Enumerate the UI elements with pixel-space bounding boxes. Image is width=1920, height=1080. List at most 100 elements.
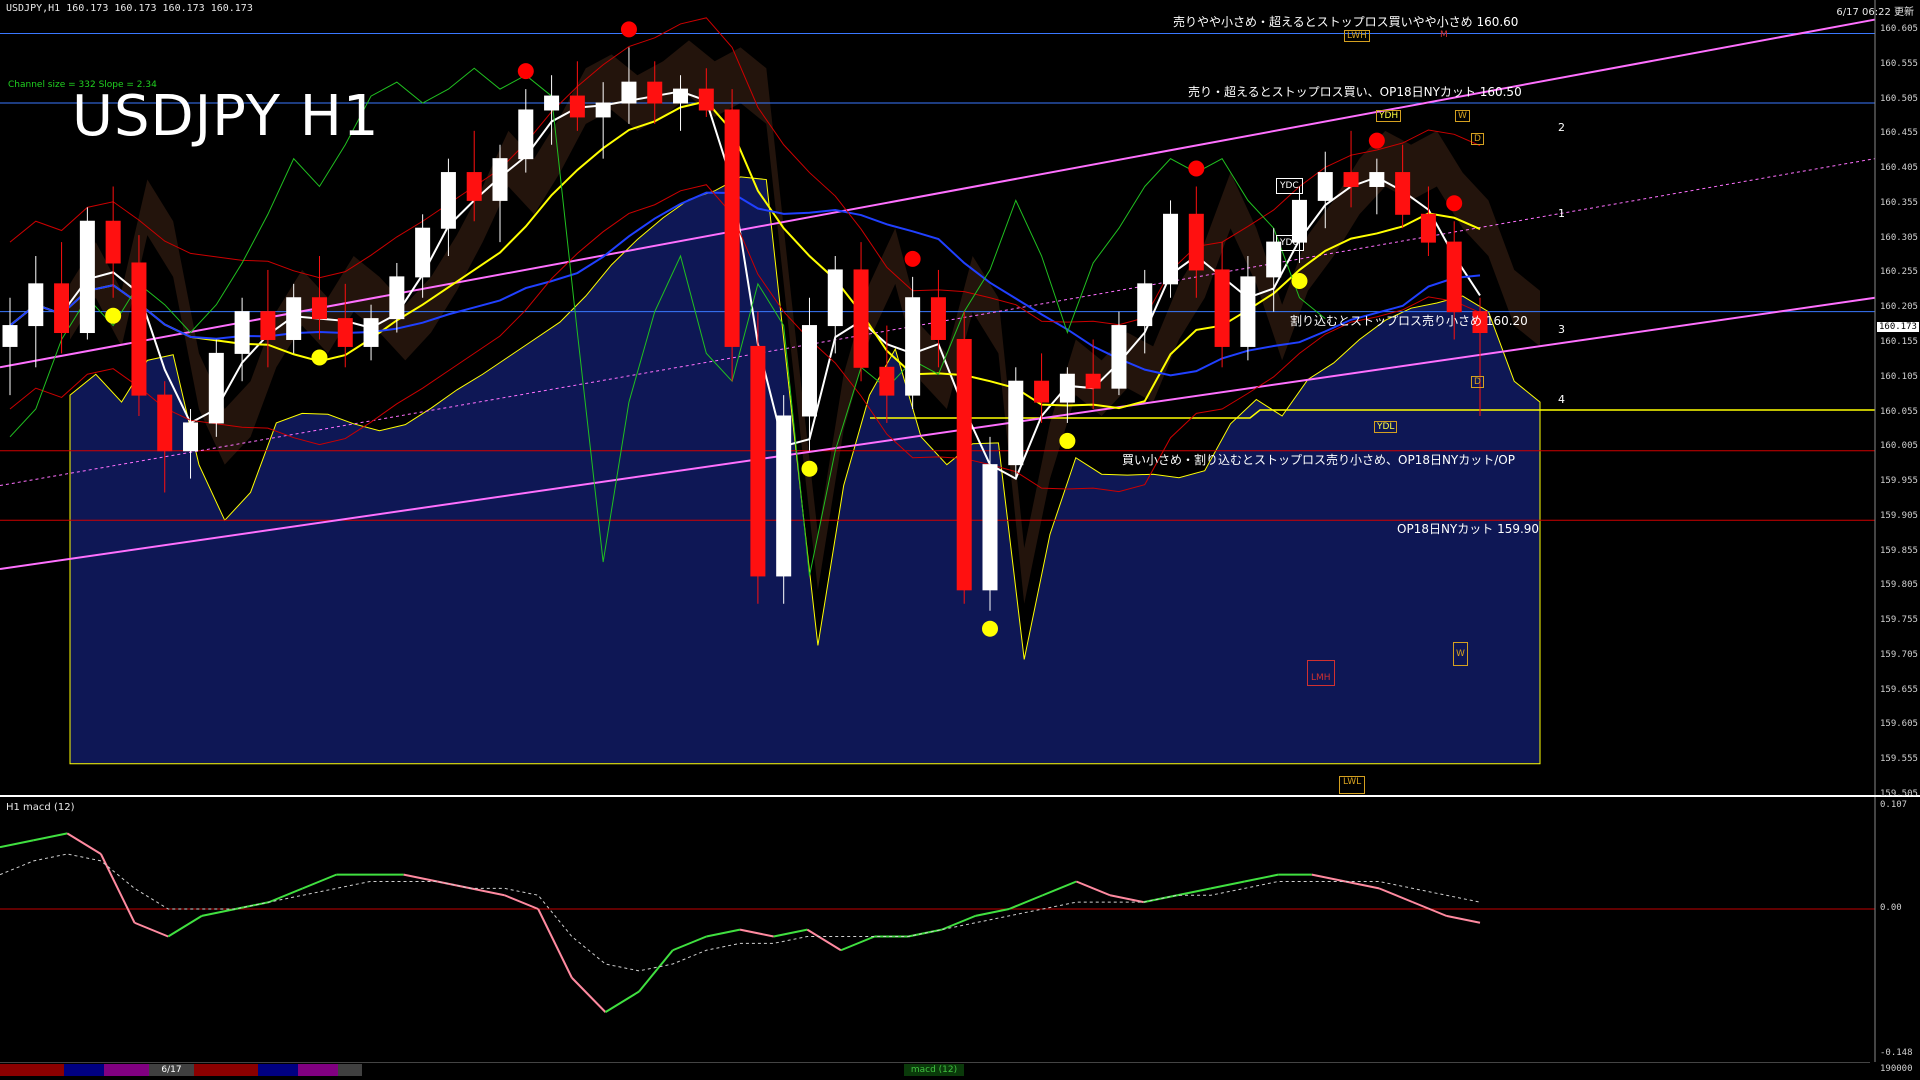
price-axis-label: 160.505: [1880, 93, 1918, 104]
buy-signal-marker: [1059, 432, 1076, 449]
update-clock: 6/17 06:22 更新: [1836, 7, 1914, 18]
tag-ydo: YDO: [1276, 235, 1304, 251]
sell-signal-marker: [904, 250, 921, 267]
sell-signal-marker: [1368, 132, 1385, 149]
buy-signal-marker: [801, 460, 818, 477]
tag-ydh: YDH: [1376, 110, 1402, 122]
bull-candle: [982, 464, 998, 591]
bear-candle: [879, 366, 895, 396]
bear-candle: [930, 297, 946, 340]
sell-signal-marker: [1446, 195, 1463, 212]
bear-candle: [157, 394, 173, 452]
sell-signal-marker: [620, 21, 637, 38]
macd-title: H1 macd (12): [6, 802, 75, 813]
bull-candle: [1111, 325, 1127, 389]
chart-title: USDJPY H1: [72, 84, 380, 149]
bear-candle: [466, 172, 482, 201]
bull-candle: [905, 297, 921, 396]
tab-swatch-4[interactable]: [194, 1064, 258, 1076]
fib-level-3: 3: [1558, 323, 1565, 336]
buy-signal-marker: [982, 620, 998, 637]
bear-candle: [1085, 373, 1101, 389]
macd-axis-volume: 190000: [1880, 1064, 1913, 1074]
tag-lwh: LWH: [1344, 30, 1370, 42]
price-axis-label: 160.055: [1880, 406, 1918, 417]
bear-candle: [54, 283, 70, 334]
bull-candle: [234, 311, 250, 354]
bull-candle: [776, 415, 792, 577]
tag-lwl: LWL: [1339, 776, 1366, 794]
bear-candle: [853, 269, 869, 368]
bull-candle: [1163, 213, 1179, 285]
bear-candle: [698, 88, 714, 111]
tab-swatch-3[interactable]: [104, 1064, 149, 1076]
bull-candle: [208, 352, 224, 424]
current-price-tag: 160.173: [1877, 322, 1919, 332]
tab-date[interactable]: 6/17: [149, 1064, 194, 1076]
tag-w-bottom: W: [1453, 642, 1468, 666]
bull-candle: [1059, 373, 1075, 403]
tab-macd[interactable]: macd (12): [904, 1064, 964, 1076]
price-axis-label: 160.355: [1880, 197, 1918, 208]
tab-swatch-5[interactable]: [258, 1064, 298, 1076]
annotation-160-50: 売り・超えるとストップロス買い、OP18日NYカット 160.50: [1188, 85, 1522, 99]
price-axis-label: 160.255: [1880, 267, 1918, 278]
bull-candle: [183, 422, 199, 452]
bear-candle: [260, 311, 276, 340]
buy-signal-marker: [311, 349, 328, 366]
annotation-159-90: OP18日NYカット 159.90: [1397, 522, 1540, 536]
bear-candle: [105, 220, 121, 264]
bull-candle: [28, 283, 44, 327]
bull-candle: [363, 318, 379, 347]
price-axis-label: 159.555: [1880, 754, 1918, 765]
tab-swatch-2[interactable]: [64, 1064, 104, 1076]
price-axis-label: 160.005: [1880, 441, 1918, 452]
macd-axis-zero: 0.00: [1880, 903, 1902, 913]
bull-candle: [1369, 172, 1385, 187]
bear-candle: [956, 338, 972, 591]
bear-candle: [647, 81, 663, 104]
price-axis-label: 160.205: [1880, 302, 1918, 313]
bull-candle: [440, 172, 456, 229]
bear-candle: [750, 345, 766, 577]
bear-candle: [1034, 380, 1050, 403]
bull-candle: [1008, 380, 1024, 466]
bull-candle: [1137, 283, 1153, 327]
macd-panel[interactable]: [0, 797, 1920, 1062]
bull-candle: [595, 102, 611, 118]
bear-candle: [131, 262, 147, 396]
bull-candle: [389, 276, 405, 320]
tag-lmh: LMH: [1307, 660, 1335, 686]
price-axis-label: 159.805: [1880, 580, 1918, 591]
tab-swatch-7[interactable]: [338, 1064, 362, 1076]
macd-axis-top: 0.107: [1880, 800, 1908, 810]
tab-swatch-6[interactable]: [298, 1064, 338, 1076]
bear-candle: [1446, 241, 1462, 313]
price-axis-label: 160.305: [1880, 232, 1918, 243]
bear-candle: [569, 95, 585, 118]
price-axis-label: 160.605: [1880, 24, 1918, 34]
macd-axis-bottom: -0.148: [1880, 1048, 1913, 1058]
fib-level-1: 1: [1558, 207, 1565, 220]
bear-candle: [1188, 213, 1204, 271]
bull-candle: [544, 95, 560, 111]
bull-candle: [1317, 172, 1333, 201]
bull-candle: [801, 325, 817, 417]
sell-signal-marker: [517, 63, 534, 80]
bull-candle: [1240, 276, 1256, 347]
price-axis-label: 159.605: [1880, 719, 1918, 730]
price-axis-label: 159.955: [1880, 476, 1918, 487]
price-axis-label: 160.455: [1880, 128, 1918, 139]
price-axis-label: 159.505: [1880, 789, 1918, 799]
sell-signal-marker: [1188, 160, 1205, 177]
bear-candle: [1343, 172, 1359, 187]
tag-d-top: D: [1471, 133, 1484, 145]
symbol-header: USDJPY,H1 160.173 160.173 160.173 160.17…: [6, 3, 253, 14]
tag-ydc: YDC: [1276, 178, 1303, 194]
tab-swatch-1[interactable]: [0, 1064, 64, 1076]
annotation-160-60: 売りやや小さめ・超えるとストップロス買いやや小さめ 160.60: [1173, 15, 1519, 29]
tag-ydl: YDL: [1374, 421, 1398, 433]
bull-candle: [827, 269, 843, 327]
bull-candle: [673, 88, 689, 104]
price-axis-label: 159.655: [1880, 684, 1918, 695]
